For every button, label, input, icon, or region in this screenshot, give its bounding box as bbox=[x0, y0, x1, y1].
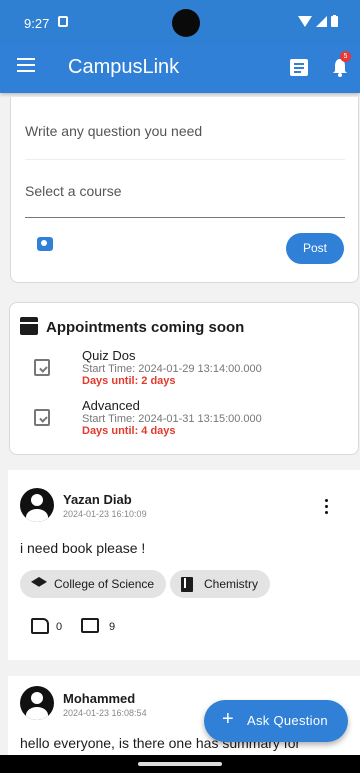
graduation-cap-icon bbox=[31, 577, 47, 587]
post-date: 2024-01-23 16:10:09 bbox=[63, 509, 147, 519]
app-title: CampusLink bbox=[68, 56, 180, 78]
question-composer: Write any question you need Select a cou… bbox=[10, 97, 359, 283]
camera-icon[interactable] bbox=[37, 237, 53, 251]
post-author[interactable]: Yazan Diab bbox=[63, 492, 132, 507]
appointment-name: Quiz Dos bbox=[82, 348, 136, 363]
ask-question-label: Ask Question bbox=[247, 713, 328, 728]
camera-cutout bbox=[172, 9, 200, 37]
avatar bbox=[20, 686, 54, 720]
like-count: 0 bbox=[56, 621, 63, 633]
system-nav-bar bbox=[0, 755, 360, 773]
plus-icon: + bbox=[222, 708, 234, 730]
appointment-days: Days until: 4 days bbox=[82, 425, 176, 437]
course-select[interactable]: Select a course bbox=[25, 183, 345, 199]
calendar-icon bbox=[20, 317, 38, 335]
appointment-name: Advanced bbox=[82, 398, 140, 413]
post-date: 2024-01-23 16:08:54 bbox=[63, 708, 147, 718]
home-indicator[interactable] bbox=[138, 762, 222, 766]
appointment-days: Days until: 2 days bbox=[82, 375, 176, 387]
divider bbox=[25, 159, 345, 160]
question-input[interactable]: Write any question you need bbox=[25, 123, 345, 139]
post-card: Yazan Diab 2024-01-23 16:10:09 i need bo… bbox=[8, 470, 360, 660]
post-button[interactable]: Post bbox=[286, 233, 344, 264]
notification-badge: 5 bbox=[340, 51, 351, 62]
subject-chip[interactable]: Chemistry bbox=[170, 570, 271, 598]
appointments-heading: Appointments coming soon bbox=[46, 319, 245, 336]
subject-chip-label: Chemistry bbox=[204, 577, 259, 591]
status-bar: 9:27 bbox=[0, 0, 360, 43]
wifi-icon bbox=[298, 15, 312, 27]
post-author[interactable]: Mohammed bbox=[63, 691, 135, 706]
appointment-start: Start Time: 2024-01-29 13:14:00.000 bbox=[82, 363, 262, 375]
calendar-check-icon bbox=[34, 409, 50, 426]
avatar bbox=[20, 488, 54, 522]
like-icon[interactable] bbox=[31, 618, 49, 634]
appointments-card: Appointments coming soon Quiz Dos Start … bbox=[9, 302, 359, 455]
chat-icon[interactable] bbox=[290, 59, 308, 76]
calendar-check-icon bbox=[34, 359, 50, 376]
notification-indicator-icon bbox=[58, 16, 68, 27]
app-bar: CampusLink 5 bbox=[0, 43, 360, 93]
battery-icon bbox=[331, 15, 338, 27]
post-text: i need book please ! bbox=[20, 540, 146, 556]
ask-question-button[interactable]: + Ask Question bbox=[204, 700, 348, 742]
appointment-start: Start Time: 2024-01-31 13:15:00.000 bbox=[82, 413, 262, 425]
book-icon bbox=[181, 577, 193, 592]
more-options-icon[interactable] bbox=[323, 499, 329, 515]
college-chip[interactable]: College of Science bbox=[20, 570, 167, 598]
notifications-button[interactable]: 5 bbox=[332, 51, 351, 77]
comment-icon[interactable] bbox=[81, 618, 99, 633]
course-underline bbox=[25, 217, 345, 218]
signal-icon bbox=[316, 15, 327, 27]
status-icons bbox=[298, 15, 338, 27]
comment-count: 9 bbox=[109, 621, 116, 633]
appointment-item[interactable]: Advanced Start Time: 2024-01-31 13:15:00… bbox=[82, 398, 352, 437]
menu-icon[interactable] bbox=[17, 58, 35, 72]
college-chip-label: College of Science bbox=[54, 577, 155, 591]
appointment-item[interactable]: Quiz Dos Start Time: 2024-01-29 13:14:00… bbox=[82, 348, 352, 387]
status-time: 9:27 bbox=[24, 16, 50, 31]
